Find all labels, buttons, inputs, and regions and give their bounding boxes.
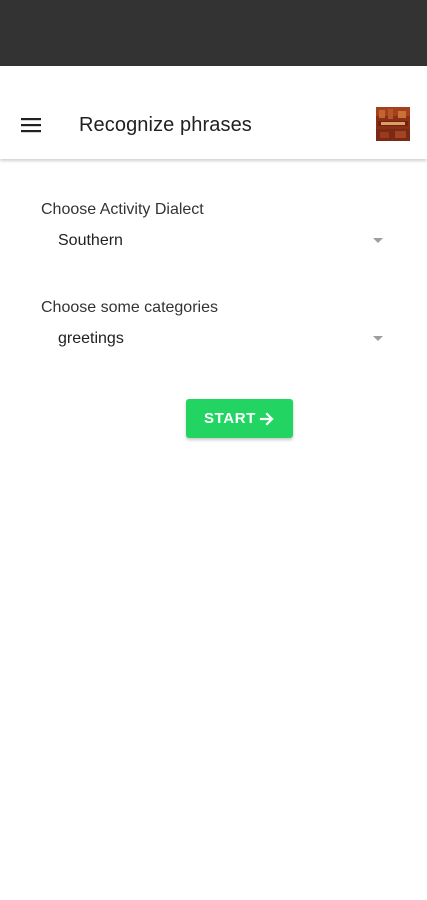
categories-label: Choose some categories [41,299,218,316]
start-button[interactable]: START [186,399,293,438]
dialect-select-value: Southern [58,232,123,249]
profile-avatar-image [376,107,410,141]
categories-select[interactable]: greetings [41,322,391,356]
categories-select-value: greetings [58,330,124,347]
menu-button[interactable] [14,108,48,142]
status-bar [0,0,427,66]
arrow-right-icon [259,411,275,427]
avatar[interactable] [376,107,410,141]
page-title: Recognize phrases [79,114,252,136]
hamburger-menu-icon [21,118,41,133]
start-button-label: START [204,409,256,427]
dropdown-arrow-icon [373,336,383,341]
app-bar: Recognize phrases [0,66,427,159]
dropdown-arrow-icon [373,238,383,243]
dialect-label: Choose Activity Dialect [41,201,204,218]
dialect-select[interactable]: Southern [41,224,391,258]
